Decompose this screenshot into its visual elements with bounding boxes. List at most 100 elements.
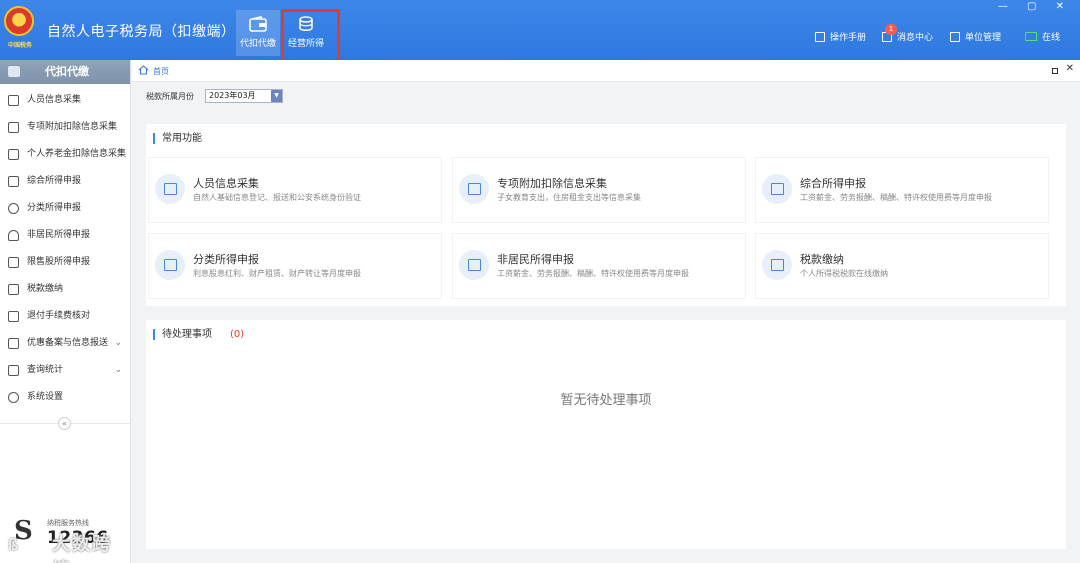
- search-list-icon: [8, 365, 19, 376]
- unit-label: 单位管理: [965, 33, 1002, 43]
- sidebar-header: 代扣代缴: [0, 60, 130, 84]
- sidebar-item-label: 退付手续费核对: [27, 311, 91, 321]
- sidebar-item-refund-fee[interactable]: 退付手续费核对: [0, 303, 130, 330]
- chevron-down-icon: ⌄: [114, 365, 122, 375]
- edit-icon: [459, 250, 489, 280]
- tax-emblem-logo: [4, 6, 34, 36]
- pending-count: (0): [230, 329, 245, 340]
- user-icon: [8, 230, 19, 241]
- sidebar-item-nonresident-income[interactable]: 非居民所得申报: [0, 222, 130, 249]
- empty-state-text: 暂无待处理事项: [560, 393, 652, 408]
- card-desc: 自然人基础信息登记、报送和公安系统身份验证: [193, 193, 361, 202]
- period-select[interactable]: 2023年03月 ▼: [205, 89, 283, 103]
- manual-label: 操作手册: [830, 33, 867, 43]
- hotline-label: 纳税服务热线: [47, 519, 89, 527]
- section-title: 常用功能: [153, 133, 202, 144]
- window-controls[interactable]: — ▢ ✕: [998, 1, 1072, 12]
- sidebar-item-label: 优惠备案与信息报送: [27, 338, 109, 348]
- card-desc: 工资薪金、劳务报酬、稿酬、特许权使用费等月度申报: [800, 193, 992, 202]
- sidebar-menu: 人员信息采集 专项附加扣除信息采集 个人养老金扣除信息采集 综合所得申报 分类所…: [0, 87, 130, 411]
- person-icon: [8, 95, 19, 106]
- layers-icon: [8, 176, 19, 187]
- form-icon: [459, 174, 489, 204]
- card-classified-income[interactable]: 分类所得申报 利息股息红利、财产租赁、财产转让等月度申报: [148, 233, 442, 299]
- close-icon[interactable]: ✕: [1066, 63, 1074, 74]
- pension-icon: [8, 149, 19, 160]
- messages-label: 消息中心: [897, 33, 934, 43]
- document-icon: [8, 311, 19, 322]
- breadcrumb-home[interactable]: 首页: [153, 66, 169, 77]
- sidebar-item-classified-income[interactable]: 分类所得申报: [0, 195, 130, 222]
- card-desc: 个人所得税税款在线缴纳: [800, 269, 888, 278]
- sidebar-item-label: 专项附加扣除信息采集: [27, 122, 118, 132]
- wallet-icon: [8, 66, 20, 77]
- unit-management-button[interactable]: 单位管理: [950, 30, 1001, 43]
- watermark-icon: ß: [8, 535, 19, 554]
- breadcrumb: 首页 ✕: [132, 60, 1080, 82]
- sidebar-item-tax-payment[interactable]: 税款缴纳: [0, 276, 130, 303]
- sidebar-item-system-settings[interactable]: 系统设置: [0, 384, 130, 411]
- card-title: 非居民所得申报: [497, 253, 574, 266]
- dropdown-arrow-icon[interactable]: ▼: [271, 90, 282, 102]
- card-personnel-info[interactable]: 人员信息采集 自然人基础信息登记、报送和公安系统身份验证: [148, 157, 442, 223]
- message-count-badge: 1: [885, 24, 897, 35]
- sidebar-item-preferential-filing[interactable]: 优惠备案与信息报送 ⌄: [0, 330, 130, 357]
- sidebar-item-label: 查询统计: [27, 365, 64, 375]
- sidebar-item-pension-deduction[interactable]: 个人养老金扣除信息采集: [0, 141, 130, 168]
- sidebar-header-label: 代扣代缴: [45, 65, 89, 78]
- payment-icon: [762, 250, 792, 280]
- emblem-text: 中国税务: [7, 42, 32, 49]
- online-status[interactable]: 在线: [1025, 30, 1060, 43]
- wallet-icon: [249, 16, 267, 32]
- card-desc: 工资薪金、劳务报酬、稿酬、特许权使用费等月度申报: [497, 269, 689, 278]
- sidebar-item-special-deduction[interactable]: 专项附加扣除信息采集: [0, 114, 130, 141]
- report-icon: [762, 174, 792, 204]
- sidebar-item-comprehensive-income[interactable]: 综合所得申报: [0, 168, 130, 195]
- list-icon: [8, 122, 19, 133]
- sidebar-item-restricted-shares[interactable]: 限售股所得申报: [0, 249, 130, 276]
- nav-withholding-label: 代扣代缴: [239, 39, 276, 49]
- card-desc: 利息股息红利、财产租赁、财产转让等月度申报: [193, 269, 361, 278]
- top-bar: 中国税务 自然人电子税务局（扣缴端） 代扣代缴 经营所得 — ▢ ✕ 操作手册 …: [0, 0, 1080, 67]
- app-title: 自然人电子税务局（扣缴端）: [47, 24, 236, 40]
- maximize-icon[interactable]: [1052, 68, 1058, 74]
- folder-icon: [8, 284, 19, 295]
- copy-icon: [8, 338, 19, 349]
- pending-items-panel: 待处理事项 (0) 暂无待处理事项: [146, 320, 1066, 549]
- sidebar-item-personnel-info[interactable]: 人员信息采集: [0, 87, 130, 114]
- card-comprehensive-income[interactable]: 综合所得申报 工资薪金、劳务报酬、稿酬、特许权使用费等月度申报: [755, 157, 1049, 223]
- card-desc: 子女教育支出，住房租金支出等信息采集: [497, 193, 641, 202]
- pending-title: 待处理事项: [162, 329, 212, 340]
- edit-icon: [155, 250, 185, 280]
- card-tax-payment[interactable]: 税款缴纳 个人所得税税款在线缴纳: [755, 233, 1049, 299]
- gear-icon: [8, 392, 19, 403]
- monitor-icon: [1025, 32, 1037, 41]
- nav-withholding[interactable]: 代扣代缴: [236, 10, 280, 56]
- id-card-icon: [155, 174, 185, 204]
- online-label: 在线: [1042, 33, 1061, 43]
- period-value: 2023年03月: [209, 91, 256, 100]
- sidebar-item-label: 分类所得申报: [27, 203, 82, 213]
- card-title: 分类所得申报: [193, 253, 259, 266]
- pie-icon: [8, 203, 19, 214]
- period-label: 税款所属月份: [146, 92, 194, 101]
- card-special-deduction[interactable]: 专项附加扣除信息采集 子女教育支出，住房租金支出等信息采集: [452, 157, 746, 223]
- sidebar-item-query-stats[interactable]: 查询统计 ⌄: [0, 357, 130, 384]
- bar-chart-icon: [8, 257, 19, 268]
- common-functions-panel: 常用功能 人员信息采集 自然人基础信息登记、报送和公安系统身份验证 专项附加扣除…: [146, 124, 1066, 306]
- watermark-text: 大数跨境: [52, 534, 112, 563]
- red-highlight-box: [281, 9, 340, 67]
- home-icon[interactable]: [138, 65, 149, 75]
- sidebar-item-label: 非居民所得申报: [27, 230, 91, 240]
- collapse-sidebar-button[interactable]: «: [58, 417, 71, 430]
- card-title: 人员信息采集: [193, 177, 259, 190]
- sidebar-item-label: 综合所得申报: [27, 176, 82, 186]
- building-icon: [950, 32, 960, 42]
- card-nonresident-income[interactable]: 非居民所得申报 工资薪金、劳务报酬、稿酬、特许权使用费等月度申报: [452, 233, 746, 299]
- manual-button[interactable]: 操作手册: [815, 30, 866, 43]
- sidebar-item-label: 系统设置: [27, 392, 64, 402]
- sidebar-item-label: 人员信息采集: [27, 95, 82, 105]
- sidebar-item-label: 个人养老金扣除信息采集: [27, 149, 127, 159]
- sidebar: 代扣代缴 人员信息采集 专项附加扣除信息采集 个人养老金扣除信息采集 综合所得申…: [0, 60, 131, 563]
- sidebar-item-label: 限售股所得申报: [27, 257, 91, 267]
